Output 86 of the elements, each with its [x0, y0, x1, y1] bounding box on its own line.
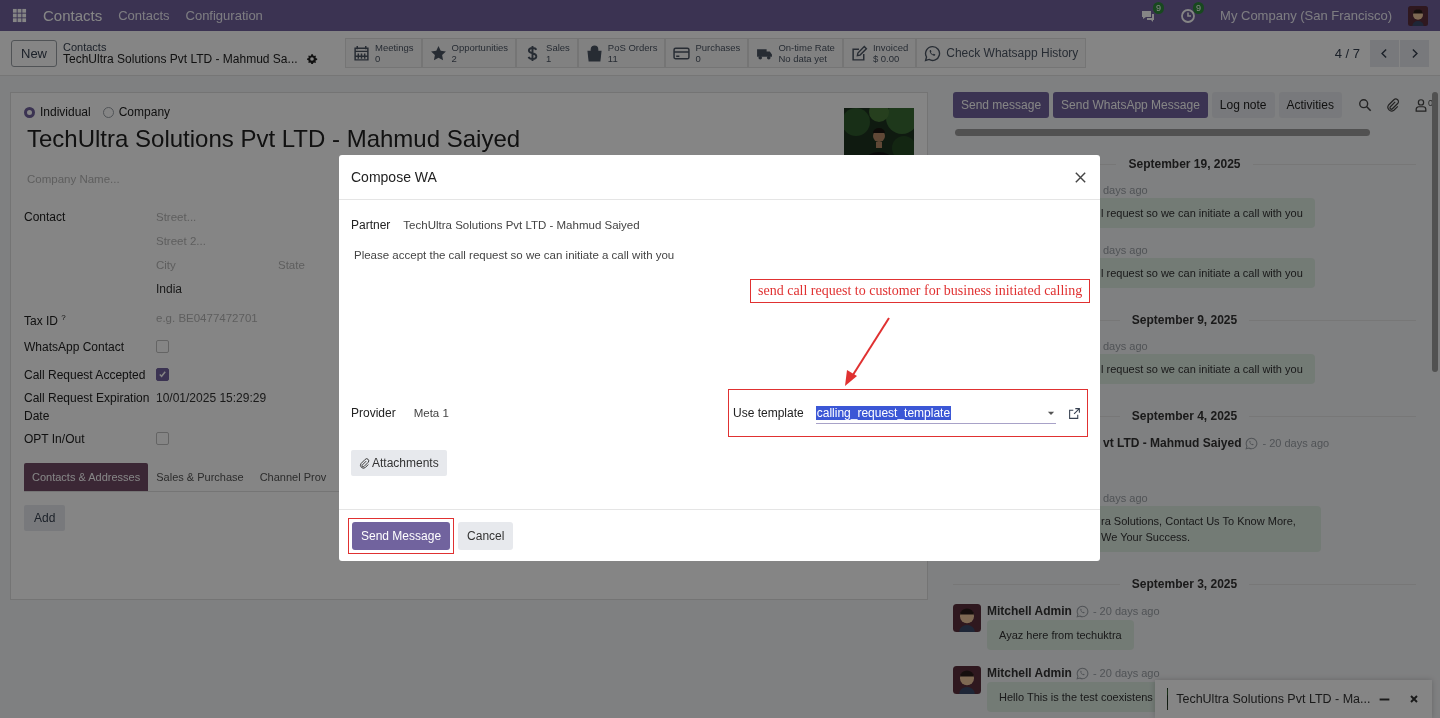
tab[interactable]: Contacts & Addresses [24, 463, 149, 491]
scrollbar[interactable] [955, 129, 1370, 136]
field-label: WhatsApp Contact [24, 339, 126, 356]
author-avatar-icon [953, 604, 981, 632]
annotation-callout: send call request to customer for business initiated calling [750, 279, 1091, 303]
chatter-button[interactable]: Send message [953, 92, 1050, 118]
stat-button[interactable]: PoS Orders 11 [577, 38, 666, 68]
field-label: OPT In/Out [24, 431, 86, 448]
message-bubble: Ayaz here from techuktra [987, 620, 1134, 650]
chat-window[interactable]: TechUltra Solutions Pvt LTD - Ma... [1155, 680, 1432, 718]
attachments-button[interactable]: Attachments [351, 450, 447, 476]
stat-button[interactable]: Check Whatsapp History [916, 38, 1087, 68]
whatsapp-icon [1075, 604, 1089, 618]
radio-label[interactable]: Company [118, 105, 171, 119]
field-label: Contact [24, 209, 67, 226]
calendar-icon [353, 44, 370, 62]
date-separator: September 4, 2025 [1131, 409, 1238, 423]
stat-button[interactable]: Sales 1 [516, 38, 578, 68]
partner-value: TechUltra Solutions Pvt LTD - Mahmud Saiyed [403, 219, 640, 231]
date-separator: September 3, 2025 [1131, 577, 1238, 591]
search-icon[interactable] [1357, 98, 1372, 112]
tab[interactable]: Sales & Purchase [148, 463, 252, 491]
chat-window-title[interactable]: TechUltra Solutions Pvt LTD - Ma... [1176, 692, 1371, 706]
messages-badge: 9 [1153, 1, 1165, 14]
company-name[interactable]: My Company (San Francisco) [1220, 8, 1392, 23]
message-author[interactable]: Mitchell Admin [987, 604, 1072, 618]
bag-icon [585, 44, 603, 62]
edit-icon [850, 44, 868, 62]
checkbox[interactable] [156, 432, 169, 445]
chatter-button[interactable]: Log note [1211, 92, 1275, 118]
author-avatar-icon [953, 666, 981, 694]
tab[interactable]: Channel Prov [251, 463, 335, 491]
breadcrumb-link[interactable]: Contacts [63, 41, 318, 53]
field-label: Tax ID $^{?}$ [24, 312, 67, 330]
app-title[interactable]: Contacts [43, 7, 103, 24]
checkmark-icon [158, 370, 167, 379]
follower-icon[interactable] [1413, 98, 1428, 112]
activities-icon[interactable] [1180, 7, 1197, 24]
message-body[interactable]: Please accept the call request so we can initiate a call with you [354, 249, 1087, 261]
radio-button[interactable] [24, 106, 35, 118]
close-icon[interactable] [1408, 693, 1420, 705]
annotation-arrow [845, 317, 890, 386]
date-separator: September 19, 2025 [1128, 157, 1241, 171]
new-button[interactable]: New [11, 39, 57, 67]
stat-button[interactable]: On-time Rate No data yet [748, 38, 843, 68]
whatsapp-icon [1245, 436, 1259, 450]
card-icon [673, 44, 691, 62]
whatsapp-icon [1075, 666, 1089, 680]
template-field[interactable]: calling_request_template [815, 402, 1056, 424]
date-separator: September 9, 2025 [1131, 313, 1238, 327]
field-label: Provider [351, 406, 396, 420]
scrollbar[interactable] [1432, 92, 1438, 372]
send-message-button[interactable]: Send Message [352, 521, 451, 550]
star-icon [429, 44, 447, 62]
activities-badge: 9 [1193, 1, 1205, 14]
whatsapp-icon [924, 44, 942, 62]
checkbox[interactable] [156, 368, 169, 381]
radio-label[interactable]: Individual [40, 105, 91, 119]
chatter-button[interactable]: Send WhatsApp Message [1053, 92, 1208, 118]
external-link-icon[interactable] [1068, 406, 1081, 420]
checkbox[interactable] [156, 340, 169, 353]
add-button[interactable]: Add [24, 505, 66, 531]
field-label: Call Request Accepted [24, 367, 147, 384]
user-avatar-icon[interactable] [1408, 5, 1428, 26]
field-label: Partner [351, 218, 391, 232]
message-author[interactable]: Mitchell Admin [987, 666, 1072, 680]
stat-button[interactable]: Meetings 0 [345, 38, 422, 68]
message-author[interactable]: vt LTD - Mahmud Saiyed [1103, 436, 1242, 450]
cancel-button[interactable]: Cancel [458, 521, 514, 550]
field-label: Call Request Expiration Date [24, 390, 151, 425]
menu-item[interactable]: Configuration [185, 8, 263, 23]
settings-icon[interactable] [305, 53, 318, 65]
apps-menu-icon[interactable] [12, 8, 27, 23]
provider-value: Meta 1 [413, 407, 449, 419]
record-title: TechUltra Solutions Pvt LTD - Mahmud Sa... [63, 53, 298, 65]
chatter-button[interactable]: Activities [1278, 92, 1342, 118]
radio-button[interactable] [102, 106, 114, 118]
stat-button[interactable]: Opportunities 2 [421, 38, 517, 68]
pager-counter: 4 / 7 [1334, 45, 1360, 61]
stat-button[interactable]: Purchases 0 [665, 38, 749, 68]
dialog-title: Compose WA [351, 169, 437, 185]
stat-button[interactable]: Invoiced $ 0.00 [842, 38, 917, 68]
menu-item[interactable]: Contacts [118, 8, 170, 23]
paperclip-icon[interactable] [1385, 98, 1400, 112]
paperclip-icon [359, 457, 370, 469]
field-label: Use template [733, 406, 804, 420]
